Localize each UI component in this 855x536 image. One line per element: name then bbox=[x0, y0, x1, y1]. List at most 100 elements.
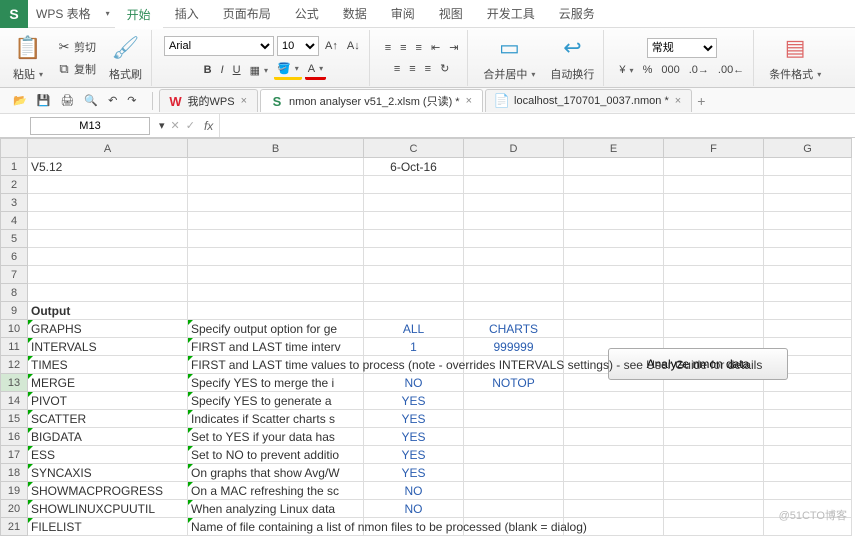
cell-G1[interactable] bbox=[764, 158, 852, 176]
align-left-button[interactable]: ≡ bbox=[391, 61, 403, 77]
cell-E1[interactable] bbox=[564, 158, 664, 176]
align-bottom-button[interactable]: ≡ bbox=[413, 40, 425, 56]
row-header-8[interactable]: 8 bbox=[0, 284, 28, 302]
cell-F10[interactable] bbox=[664, 320, 764, 338]
cell-G15[interactable] bbox=[764, 410, 852, 428]
cell-F3[interactable] bbox=[664, 194, 764, 212]
cond-format-icon[interactable]: ▤ bbox=[779, 32, 811, 64]
format-painter-button[interactable]: 格式刷 bbox=[106, 64, 145, 84]
row-header-16[interactable]: 16 bbox=[0, 428, 28, 446]
font-color-button[interactable]: A bbox=[305, 61, 326, 80]
name-box-dropdown[interactable]: ▾ bbox=[156, 117, 168, 134]
cell-G17[interactable] bbox=[764, 446, 852, 464]
merge-icon[interactable]: ▭ bbox=[493, 32, 525, 64]
cell-B12[interactable]: FIRST and LAST time values to process (n… bbox=[188, 356, 364, 374]
cell-E7[interactable] bbox=[564, 266, 664, 284]
menu-tab-8[interactable]: 云服务 bbox=[547, 0, 607, 28]
cell-E5[interactable] bbox=[564, 230, 664, 248]
cell-D10[interactable]: CHARTS bbox=[464, 320, 564, 338]
cell-A11[interactable]: INTERVALS bbox=[28, 338, 188, 356]
cell-C3[interactable] bbox=[364, 194, 464, 212]
underline-button[interactable]: U bbox=[230, 62, 244, 78]
border-button[interactable]: ▦ bbox=[247, 62, 271, 79]
paste-button[interactable]: 粘贴 bbox=[10, 64, 46, 84]
align-center-button[interactable]: ≡ bbox=[406, 61, 418, 77]
row-header-20[interactable]: 20 bbox=[0, 500, 28, 518]
increase-font-button[interactable]: A↑ bbox=[322, 38, 341, 54]
cell-G9[interactable] bbox=[764, 302, 852, 320]
menu-tab-2[interactable]: 页面布局 bbox=[211, 0, 283, 28]
cell-G8[interactable] bbox=[764, 284, 852, 302]
cell-A2[interactable] bbox=[28, 176, 188, 194]
cell-E10[interactable] bbox=[564, 320, 664, 338]
print-icon[interactable]: 🖨 bbox=[57, 92, 77, 109]
cell-D2[interactable] bbox=[464, 176, 564, 194]
cell-C10[interactable]: ALL bbox=[364, 320, 464, 338]
italic-button[interactable]: I bbox=[218, 62, 227, 78]
folder-open-icon[interactable]: 📂 bbox=[10, 92, 30, 109]
cell-G6[interactable] bbox=[764, 248, 852, 266]
row-header-6[interactable]: 6 bbox=[0, 248, 28, 266]
save-icon[interactable]: 💾 bbox=[34, 92, 54, 109]
cell-A18[interactable]: SYNCAXIS bbox=[28, 464, 188, 482]
wrap-icon[interactable]: ↩ bbox=[556, 32, 588, 64]
col-header-B[interactable]: B bbox=[188, 138, 364, 158]
cell-G16[interactable] bbox=[764, 428, 852, 446]
copy-button[interactable]: ⧉复制 bbox=[53, 59, 99, 79]
cell-A7[interactable] bbox=[28, 266, 188, 284]
cell-D20[interactable] bbox=[464, 500, 564, 518]
doc-tab-close[interactable]: × bbox=[239, 95, 249, 107]
cell-F14[interactable] bbox=[664, 392, 764, 410]
align-top-button[interactable]: ≡ bbox=[382, 40, 394, 56]
cell-A1[interactable]: V5.12 bbox=[28, 158, 188, 176]
cell-F8[interactable] bbox=[664, 284, 764, 302]
cell-C15[interactable]: YES bbox=[364, 410, 464, 428]
cell-C9[interactable] bbox=[364, 302, 464, 320]
col-header-C[interactable]: C bbox=[364, 138, 464, 158]
cell-B5[interactable] bbox=[188, 230, 364, 248]
font-name-select[interactable]: Arial bbox=[164, 36, 274, 56]
cell-E14[interactable] bbox=[564, 392, 664, 410]
cell-A6[interactable] bbox=[28, 248, 188, 266]
cell-E2[interactable] bbox=[564, 176, 664, 194]
col-header-D[interactable]: D bbox=[464, 138, 564, 158]
doc-tab-0[interactable]: W我的WPS× bbox=[159, 89, 259, 112]
cell-C1[interactable]: 6-Oct-16 bbox=[364, 158, 464, 176]
cell-C19[interactable]: NO bbox=[364, 482, 464, 500]
row-header-9[interactable]: 9 bbox=[0, 302, 28, 320]
cell-D6[interactable] bbox=[464, 248, 564, 266]
cell-A21[interactable]: FILELIST bbox=[28, 518, 188, 536]
menu-tab-6[interactable]: 视图 bbox=[427, 0, 475, 28]
cell-F15[interactable] bbox=[664, 410, 764, 428]
col-header-A[interactable]: A bbox=[28, 138, 188, 158]
increase-decimal-button[interactable]: .0→ bbox=[686, 62, 712, 78]
cell-F18[interactable] bbox=[664, 464, 764, 482]
cell-D1[interactable] bbox=[464, 158, 564, 176]
menu-tab-0[interactable]: 开始 bbox=[115, 0, 163, 29]
cell-E15[interactable] bbox=[564, 410, 664, 428]
number-format-select[interactable]: 常规 bbox=[647, 38, 717, 58]
comma-button[interactable]: 000 bbox=[658, 62, 682, 78]
col-header-F[interactable]: F bbox=[664, 138, 764, 158]
menu-tab-1[interactable]: 插入 bbox=[163, 0, 211, 28]
select-all-corner[interactable] bbox=[0, 138, 28, 158]
cell-A10[interactable]: GRAPHS bbox=[28, 320, 188, 338]
add-tab-button[interactable]: + bbox=[694, 91, 708, 111]
cell-B4[interactable] bbox=[188, 212, 364, 230]
cell-C13[interactable]: NO bbox=[364, 374, 464, 392]
cell-E17[interactable] bbox=[564, 446, 664, 464]
cell-D7[interactable] bbox=[464, 266, 564, 284]
doc-tab-close[interactable]: × bbox=[673, 95, 683, 107]
cell-B13[interactable]: Specify YES to merge the i bbox=[188, 374, 364, 392]
cell-A20[interactable]: SHOWLINUXCPUUTIL bbox=[28, 500, 188, 518]
row-header-7[interactable]: 7 bbox=[0, 266, 28, 284]
menu-tab-5[interactable]: 审阅 bbox=[379, 0, 427, 28]
cell-C17[interactable]: YES bbox=[364, 446, 464, 464]
cell-B20[interactable]: When analyzing Linux data bbox=[188, 500, 364, 518]
row-header-18[interactable]: 18 bbox=[0, 464, 28, 482]
name-box[interactable] bbox=[30, 117, 150, 135]
cell-B17[interactable]: Set to NO to prevent additio bbox=[188, 446, 364, 464]
cell-C5[interactable] bbox=[364, 230, 464, 248]
cell-A14[interactable]: PIVOT bbox=[28, 392, 188, 410]
cell-D13[interactable]: NOTOP bbox=[464, 374, 564, 392]
